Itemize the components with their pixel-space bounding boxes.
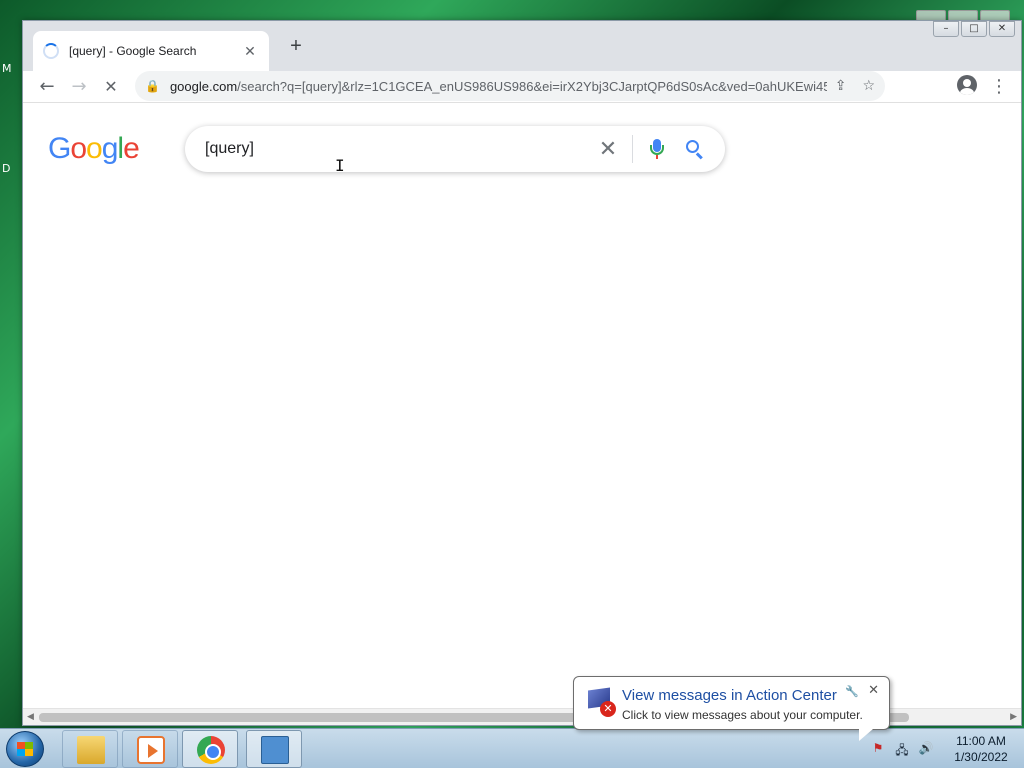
google-logo[interactable]: Google xyxy=(48,132,140,166)
taskbar-file-explorer[interactable] xyxy=(62,730,118,768)
chrome-icon xyxy=(197,736,225,764)
notification-body[interactable]: Click to view messages about your comput… xyxy=(622,708,863,722)
volume-icon[interactable]: 🔊 xyxy=(918,741,934,757)
tab-title: [query] - Google Search xyxy=(69,44,197,58)
folder-icon xyxy=(77,736,105,764)
back-button[interactable]: ← xyxy=(35,75,59,99)
tab-google-search[interactable]: [query] - Google Search ✕ xyxy=(33,31,269,71)
microphone-icon[interactable] xyxy=(645,137,669,161)
taskbar-media-player[interactable] xyxy=(122,730,178,768)
chrome-menu-icon[interactable]: ⋮ xyxy=(987,75,1011,99)
search-box[interactable]: [query] ✕ xyxy=(185,126,725,172)
taskbar-control-panel[interactable] xyxy=(246,730,302,768)
maximize-button[interactable]: □ xyxy=(961,21,987,37)
notification-options-icon[interactable]: 🔧 xyxy=(845,685,859,698)
profile-avatar-icon[interactable] xyxy=(957,75,977,95)
url-path: /search?q=[query]&rlz=1C1GCEA_enUS986US9… xyxy=(237,78,827,94)
clear-search-icon[interactable]: ✕ xyxy=(596,137,620,162)
browser-toolbar: ← → ✕ 🔒 google.com /search?q=[query]&rlz… xyxy=(23,71,1021,103)
logo-letter: o xyxy=(86,132,103,165)
window-controls: – □ ✕ xyxy=(933,21,1015,37)
logo-letter: o xyxy=(70,132,87,165)
error-badge-icon: ✕ xyxy=(600,701,616,717)
action-center-flag-icon[interactable]: ⚑ xyxy=(870,741,886,757)
stop-loading-button[interactable]: ✕ xyxy=(99,75,123,99)
search-icon[interactable] xyxy=(685,139,705,160)
page-content: Google [query] ✕ I xyxy=(23,104,1021,716)
clock-time: 11:00 AM xyxy=(956,734,1006,748)
media-player-icon xyxy=(137,736,165,764)
search-divider xyxy=(632,135,633,163)
network-icon[interactable]: 🖧 xyxy=(894,741,910,757)
logo-letter: e xyxy=(123,132,140,165)
logo-letter: g xyxy=(101,132,119,165)
new-tab-button[interactable]: + xyxy=(285,35,307,57)
desktop-icon-label-fragment[interactable]: D xyxy=(2,162,10,175)
address-bar[interactable]: 🔒 google.com /search?q=[query]&rlz=1C1GC… xyxy=(135,71,885,101)
minimize-button[interactable]: – xyxy=(933,21,959,37)
desktop-icon-label-fragment[interactable]: M xyxy=(2,62,12,75)
share-icon[interactable]: ⇪ xyxy=(835,78,847,94)
lock-icon[interactable]: 🔒 xyxy=(145,79,160,93)
loading-spinner-icon xyxy=(43,43,59,59)
notification-close-icon[interactable]: ✕ xyxy=(868,683,879,698)
clock[interactable]: 11:00 AM 1/30/2022 xyxy=(942,733,1020,765)
chrome-window: [query] - Google Search ✕ + – □ ✕ ← → ✕ … xyxy=(22,20,1022,726)
windows-logo-lower xyxy=(17,749,33,756)
action-center-flag-icon: ✕ xyxy=(586,687,618,717)
tab-strip: [query] - Google Search ✕ + – □ ✕ xyxy=(23,21,1021,71)
notification-title[interactable]: View messages in Action Center xyxy=(622,687,837,704)
url-host: google.com xyxy=(169,78,238,94)
search-input[interactable]: [query] xyxy=(205,140,596,158)
system-tray: ⚑ 🖧 🔊 11:00 AM 1/30/2022 xyxy=(870,729,1024,768)
action-center-notification[interactable]: ✕ View messages in Action Center Click t… xyxy=(573,676,890,741)
logo-letter: G xyxy=(48,132,71,165)
text-cursor-icon: I xyxy=(335,156,345,175)
close-tab-icon[interactable]: ✕ xyxy=(241,43,259,60)
taskbar-google-chrome[interactable] xyxy=(182,730,238,768)
scroll-right-arrow-icon[interactable]: ▶ xyxy=(1010,711,1017,722)
close-window-button[interactable]: ✕ xyxy=(989,21,1015,37)
bookmark-star-icon[interactable]: ☆ xyxy=(862,78,875,94)
control-panel-icon xyxy=(261,736,289,764)
clock-date: 1/30/2022 xyxy=(954,750,1008,764)
scroll-left-arrow-icon[interactable]: ◀ xyxy=(27,711,34,722)
forward-button[interactable]: → xyxy=(67,75,91,99)
start-button[interactable] xyxy=(6,731,44,767)
